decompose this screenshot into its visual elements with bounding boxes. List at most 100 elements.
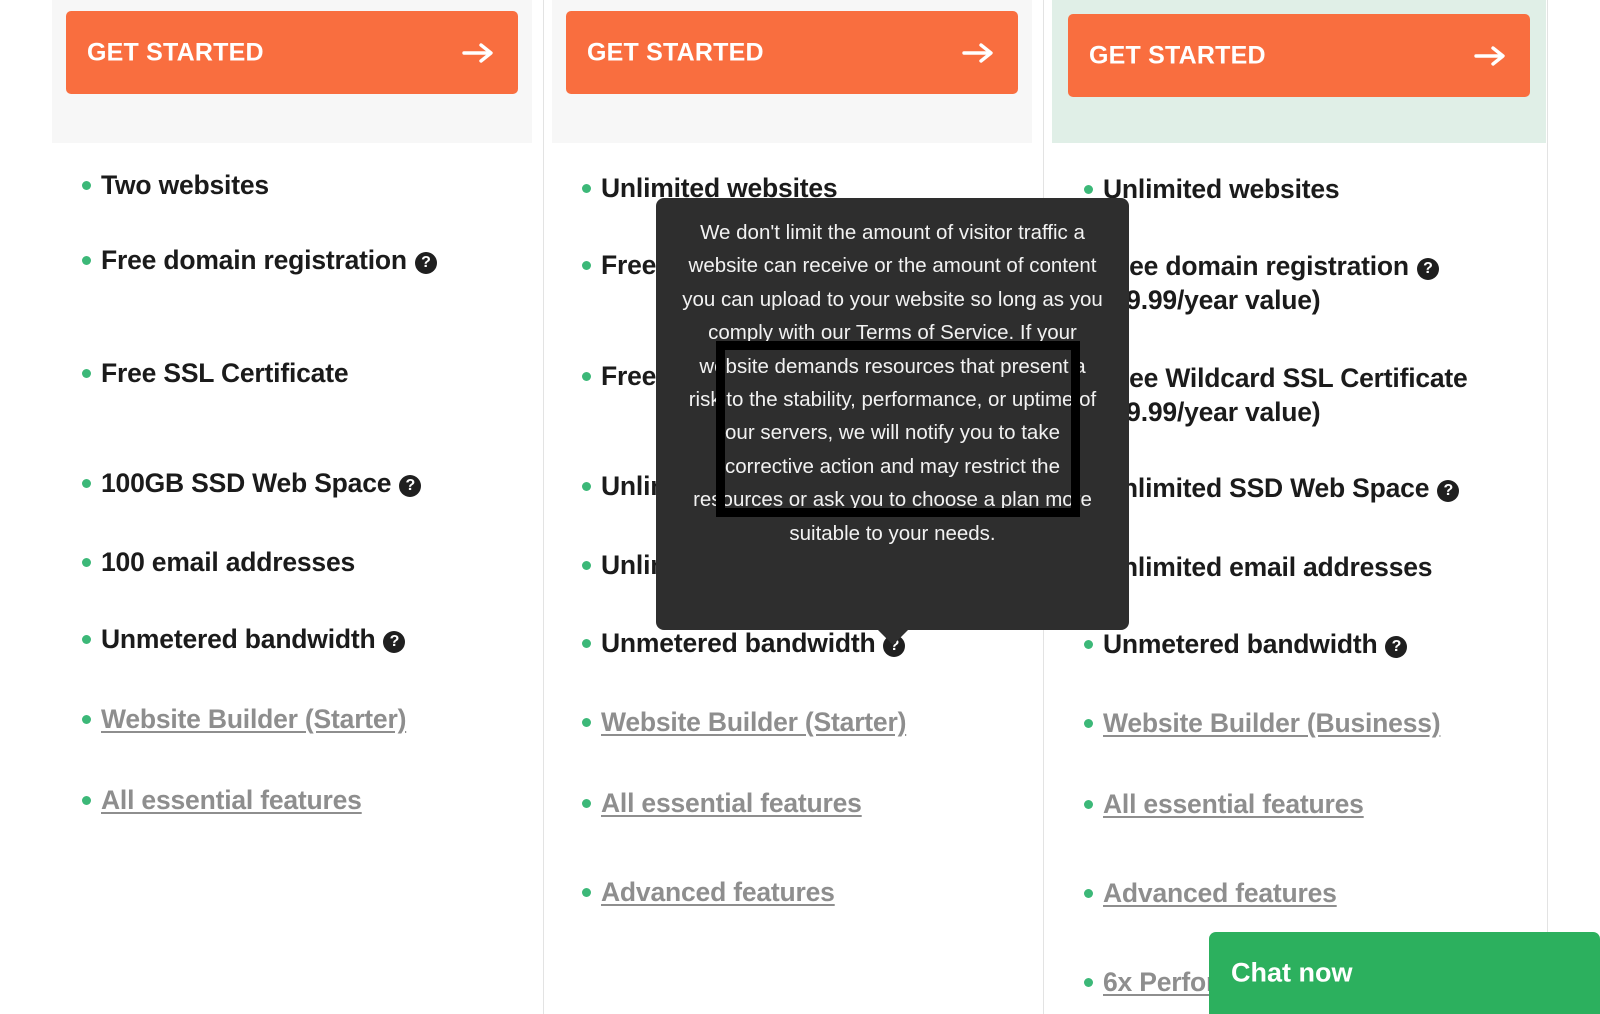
bullet-icon [82, 558, 91, 567]
feature-item: Unmetered bandwidth? [582, 627, 1024, 661]
feature-label[interactable]: All essential features [601, 788, 862, 818]
feature-item: Unlimited email addresses [1084, 551, 1538, 585]
feature-text-wrap: All essential features [1103, 788, 1364, 822]
feature-text-wrap: Free domain registration? ($9.99/year val… [1103, 250, 1439, 318]
feature-label: 100 email addresses [101, 547, 356, 577]
feature-label[interactable]: Advanced features [601, 877, 835, 907]
bullet-icon [582, 561, 591, 570]
feature-text-wrap: Free SSL Certificate [101, 357, 349, 391]
help-icon[interactable]: ? [383, 631, 406, 653]
help-icon[interactable]: ? [1437, 480, 1460, 502]
bullet-icon [582, 888, 591, 897]
feature-text-wrap: Website Builder (Starter) [101, 703, 406, 737]
tooltip-text: We don't limit the amount of visitor tra… [682, 221, 1103, 545]
feature-text-wrap: Unmetered bandwidth? [1103, 628, 1408, 662]
feature-item: Free domain registration? [82, 244, 524, 278]
bullet-icon [1084, 978, 1093, 987]
bullet-icon [1084, 800, 1093, 809]
feature-item: Unmetered bandwidth? [82, 623, 524, 657]
feature-sublabel: ($9.99/year value) [1103, 284, 1321, 315]
feature-label[interactable]: Website Builder (Starter) [601, 707, 906, 737]
help-icon[interactable]: ? [1416, 258, 1439, 280]
feature-label[interactable]: All essential features [101, 785, 362, 815]
bullet-icon [82, 181, 91, 190]
bullet-icon [582, 372, 591, 381]
feature-item[interactable]: Advanced features [582, 876, 1024, 910]
feature-text-wrap: Unlimited SSD Web Space? [1103, 472, 1460, 506]
get-started-button-starter[interactable]: GET STARTED [66, 11, 518, 94]
feature-item[interactable]: All essential features [82, 784, 524, 818]
bullet-icon [1084, 185, 1093, 194]
bullet-icon [582, 184, 591, 193]
feature-label: Free Wildcard SSL Certificate [1103, 363, 1468, 393]
feature-text-wrap: 100GB SSD Web Space? [101, 467, 422, 501]
bullet-icon [1084, 640, 1093, 649]
bullet-icon [582, 482, 591, 491]
pricing-column-starter: GET STARTED Two websites Free domain regi… [52, 0, 532, 1014]
feature-text-wrap: Advanced features [601, 876, 835, 910]
bullet-icon [1084, 719, 1093, 728]
feature-label: 100GB SSD Web Space [101, 468, 392, 498]
feature-item[interactable]: Website Builder (Business) [1084, 707, 1538, 741]
feature-text-wrap: Website Builder (Business) [1103, 707, 1441, 741]
bullet-icon [82, 479, 91, 488]
feature-text-wrap: Website Builder (Starter) [601, 706, 906, 740]
feature-text-wrap: Advanced features [1103, 877, 1337, 911]
get-started-label: GET STARTED [587, 38, 764, 66]
feature-item[interactable]: All essential features [1084, 788, 1538, 822]
bullet-icon [582, 261, 591, 270]
column-divider-3 [1547, 0, 1548, 1014]
feature-label[interactable]: All essential features [1103, 789, 1364, 819]
feature-item: Free SSL Certificate [82, 357, 524, 391]
bullet-icon [82, 635, 91, 644]
tooltip-arrow [876, 629, 909, 645]
feature-item[interactable]: All essential features [582, 787, 1024, 821]
bullet-icon [82, 796, 91, 805]
feature-text-wrap: Unlimited websites [1103, 173, 1340, 207]
column-divider-1 [543, 0, 544, 1014]
feature-label: Unlimited email addresses [1103, 552, 1433, 582]
chat-now-widget[interactable]: Chat now [1209, 932, 1600, 1014]
feature-item[interactable]: Website Builder (Starter) [82, 703, 524, 737]
feature-sublabel: ($9.99/year value) [1103, 396, 1321, 427]
get-started-label: GET STARTED [87, 38, 264, 66]
feature-item[interactable]: Advanced features [1084, 877, 1538, 911]
feature-label: Unlimited websites [1103, 174, 1340, 204]
feature-item: 100 email addresses [82, 546, 524, 580]
feature-item: 100GB SSD Web Space? [82, 467, 524, 501]
help-icon[interactable]: ? [1385, 636, 1408, 658]
get-started-label: GET STARTED [1089, 41, 1266, 69]
get-started-button-plus[interactable]: GET STARTED [566, 11, 1018, 94]
help-icon[interactable]: ? [399, 475, 422, 497]
feature-text-wrap: Unmetered bandwidth? [601, 627, 906, 661]
feature-label: Free domain registration [101, 245, 407, 275]
feature-item: Unmetered bandwidth? [1084, 628, 1538, 662]
arrow-right-icon [962, 41, 996, 65]
feature-label[interactable]: Website Builder (Business) [1103, 708, 1441, 738]
bullet-icon [82, 256, 91, 265]
feature-item[interactable]: Website Builder (Starter) [582, 706, 1024, 740]
get-started-button-choice-plus[interactable]: GET STARTED [1068, 14, 1530, 97]
feature-label: Unmetered bandwidth [1103, 629, 1378, 659]
bandwidth-tooltip: We don't limit the amount of visitor tra… [656, 198, 1129, 645]
chat-now-label: Chat now [1231, 957, 1353, 988]
feature-label[interactable]: Website Builder (Starter) [101, 704, 406, 734]
feature-item: Free Wildcard SSL Certificate ($9.99/year… [1084, 362, 1538, 430]
help-icon[interactable]: ? [414, 252, 437, 274]
bullet-icon [82, 715, 91, 724]
feature-text-wrap: 100 email addresses [101, 546, 355, 580]
feature-text-wrap: All essential features [601, 787, 862, 821]
feature-label: Two websites [101, 170, 269, 200]
feature-label: Unmetered bandwidth [101, 624, 376, 654]
feature-item: Unlimited websites [1084, 173, 1538, 207]
feature-label: Free domain registration [1103, 251, 1409, 281]
feature-item: Free domain registration? ($9.99/year val… [1084, 250, 1538, 318]
feature-item: Unlimited SSD Web Space? [1084, 472, 1538, 506]
bullet-icon [1084, 889, 1093, 898]
feature-label[interactable]: Advanced features [1103, 878, 1337, 908]
bullet-icon [582, 799, 591, 808]
feature-text-wrap: Unmetered bandwidth? [101, 623, 406, 657]
arrow-right-icon [462, 41, 496, 65]
feature-text-wrap: Free domain registration? [101, 244, 437, 278]
bullet-icon [82, 369, 91, 378]
